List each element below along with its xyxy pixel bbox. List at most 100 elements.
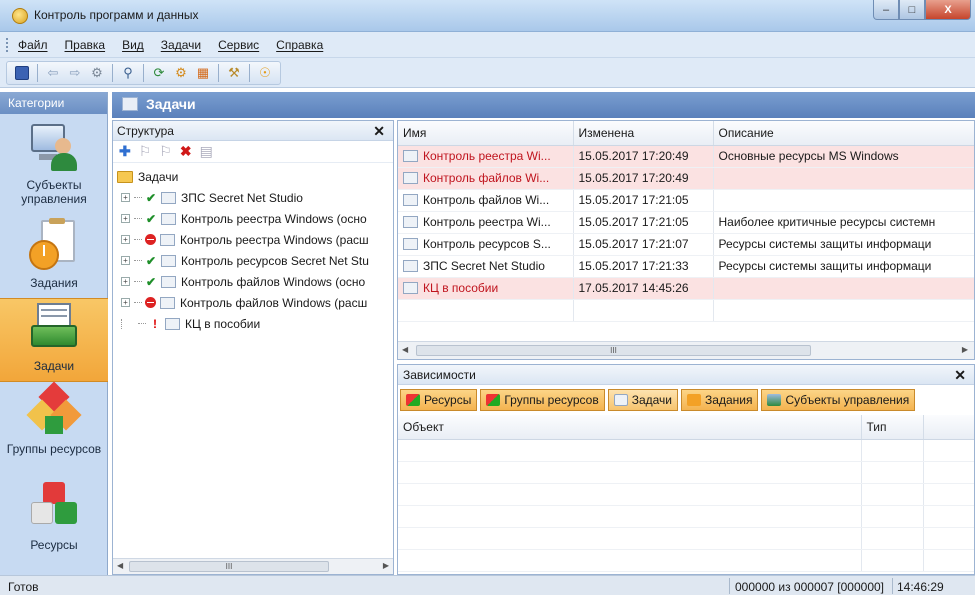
save-icon[interactable]: [13, 64, 31, 82]
minimize-button[interactable]: –: [873, 0, 899, 20]
dependencies-table: Объект Тип: [398, 415, 974, 572]
menu-view[interactable]: Вид: [122, 38, 144, 52]
table-row: [398, 299, 974, 322]
tab-jobs[interactable]: Задания: [681, 389, 759, 411]
sidebar-item-resource-groups[interactable]: Группы ресурсов: [0, 381, 108, 480]
sidebar-item-tasks[interactable]: Задачи: [0, 298, 108, 382]
menu-file[interactable]: Файл: [18, 38, 48, 52]
menu-service[interactable]: Сервис: [218, 38, 259, 52]
column-header-object[interactable]: Объект: [398, 415, 862, 440]
tree-root[interactable]: Задачи: [113, 167, 393, 187]
link-icon[interactable]: ⚐: [139, 143, 152, 160]
task-modified: 15.05.2017 17:21:05: [573, 211, 714, 234]
app-icon: [12, 8, 28, 24]
tab-label: Ресурсы: [424, 393, 472, 407]
sidebar-item-jobs[interactable]: Задания: [0, 216, 108, 300]
expand-icon[interactable]: +: [121, 214, 130, 223]
task-description: [713, 277, 974, 300]
toolbar-separator: [218, 64, 219, 82]
table-row[interactable]: Контроль ресурсов S... 15.05.2017 17:21:0…: [398, 233, 974, 256]
task-name: Контроль ресурсов S...: [423, 237, 551, 251]
menu-edit[interactable]: Правка: [65, 38, 106, 52]
refresh-icon[interactable]: ⟳: [150, 64, 168, 82]
expand-icon[interactable]: +: [121, 277, 130, 286]
calculator-icon[interactable]: ▦: [194, 64, 212, 82]
scrollbar-thumb[interactable]: III: [129, 561, 329, 572]
check-icon: ✔: [145, 274, 157, 289]
tree-item[interactable]: + ✔ Контроль ресурсов Secret Net Stu: [113, 250, 393, 271]
scrollbar-thumb[interactable]: III: [416, 345, 811, 356]
column-header-name[interactable]: Имя: [398, 121, 574, 146]
table-row[interactable]: Контроль файлов Wi... 15.05.2017 17:20:49: [398, 167, 974, 190]
unlink-icon[interactable]: ⚐: [159, 143, 172, 160]
scroll-right-icon[interactable]: ▶: [383, 561, 389, 570]
expand-icon[interactable]: +: [121, 235, 130, 244]
sidebar-item-resources[interactable]: Ресурсы: [0, 480, 108, 560]
tree-item[interactable]: + ✔ Контроль файлов Windows (осно: [113, 271, 393, 292]
close-button[interactable]: X: [925, 0, 971, 20]
expand-icon[interactable]: +: [121, 256, 130, 265]
table-row[interactable]: КЦ в пособии 17.05.2017 14:45:26: [398, 277, 974, 300]
close-icon[interactable]: ✕: [373, 123, 385, 140]
tab-subjects[interactable]: Субъекты управления: [761, 389, 916, 411]
tree-item[interactable]: + Контроль файлов Windows (расш: [113, 292, 393, 313]
page-title: Задачи: [146, 96, 196, 112]
tab-resources[interactable]: Ресурсы: [400, 389, 478, 411]
sidebar-item-label: Ресурсы: [30, 538, 78, 552]
tasks-scrollbar[interactable]: ◀ III ▶: [398, 341, 974, 359]
table-row: [398, 549, 974, 572]
table-row: [398, 483, 974, 506]
scroll-right-icon[interactable]: ▶: [962, 345, 968, 354]
tree-item[interactable]: ! КЦ в пособии: [113, 313, 393, 334]
back-arrow-icon[interactable]: ⇦: [44, 64, 62, 82]
structure-scrollbar[interactable]: ◀ III ▶: [113, 558, 393, 574]
column-header-modified[interactable]: Изменена: [573, 121, 714, 146]
tab-resource-groups[interactable]: Группы ресурсов: [480, 389, 605, 411]
task-description: [713, 189, 974, 212]
scroll-left-icon[interactable]: ◀: [402, 345, 408, 354]
settings-icon[interactable]: ⚙: [172, 64, 190, 82]
expand-icon[interactable]: +: [121, 193, 130, 202]
resource-groups-icon: [26, 381, 82, 438]
tree-item[interactable]: + ✔ Контроль реестра Windows (осно: [113, 208, 393, 229]
forward-arrow-icon[interactable]: ⇨: [66, 64, 84, 82]
structure-tree: Задачи + ✔ ЗПС Secret Net Studio + ✔ Кон…: [113, 163, 393, 334]
sidebar-item-subjects[interactable]: Субъекты управления: [0, 118, 108, 214]
task-name: Контроль файлов Wi...: [423, 193, 550, 207]
tools-icon[interactable]: ⚒: [225, 64, 243, 82]
scroll-left-icon[interactable]: ◀: [117, 561, 123, 570]
task-modified: 17.05.2017 14:45:26: [573, 277, 714, 300]
maximize-button[interactable]: □: [899, 0, 925, 20]
column-header-type[interactable]: Тип: [861, 415, 924, 440]
tree-item[interactable]: + ✔ ЗПС Secret Net Studio: [113, 187, 393, 208]
table-row[interactable]: Контроль реестра Wi... 15.05.2017 17:21:0…: [398, 211, 974, 234]
table-row[interactable]: ЗПС Secret Net Studio 15.05.2017 17:21:33…: [398, 255, 974, 278]
resources-icon: [406, 394, 420, 406]
search-icon[interactable]: ⚲: [119, 64, 137, 82]
tree-item-label: Контроль файлов Windows (расш: [180, 295, 368, 310]
expand-icon[interactable]: +: [121, 298, 130, 307]
tab-tasks[interactable]: Задачи: [607, 389, 679, 411]
tree-item[interactable]: + Контроль реестра Windows (расш: [113, 229, 393, 250]
delete-icon[interactable]: ✖: [180, 143, 192, 160]
help-icon[interactable]: ☉: [256, 64, 274, 82]
close-icon[interactable]: ✕: [954, 367, 966, 384]
dependencies-panel: Зависимости ✕ Ресурсы Группы ресурсов За…: [397, 364, 975, 575]
tree-item-label: Контроль реестра Windows (осно: [181, 211, 367, 226]
users-icon: [767, 394, 782, 406]
task-name: ЗПС Secret Net Studio: [423, 259, 545, 273]
properties-icon[interactable]: ▤: [200, 143, 213, 160]
table-row[interactable]: Контроль файлов Wi... 15.05.2017 17:21:05: [398, 189, 974, 212]
menu-tasks[interactable]: Задачи: [161, 38, 201, 52]
home-icon[interactable]: ⚙: [88, 64, 106, 82]
table-row[interactable]: Контроль реестра Wi... 15.05.2017 17:20:4…: [398, 145, 974, 168]
add-icon[interactable]: ✚: [119, 143, 131, 160]
menu-help[interactable]: Справка: [276, 38, 323, 52]
window-controls: – □ X: [873, 0, 971, 22]
check-icon: ✔: [145, 211, 157, 226]
tab-label: Задания: [705, 393, 753, 407]
column-header-description[interactable]: Описание: [713, 121, 974, 146]
tab-label: Группы ресурсов: [504, 393, 599, 407]
categories-header: Категории: [0, 92, 107, 114]
folder-icon: [117, 171, 133, 183]
